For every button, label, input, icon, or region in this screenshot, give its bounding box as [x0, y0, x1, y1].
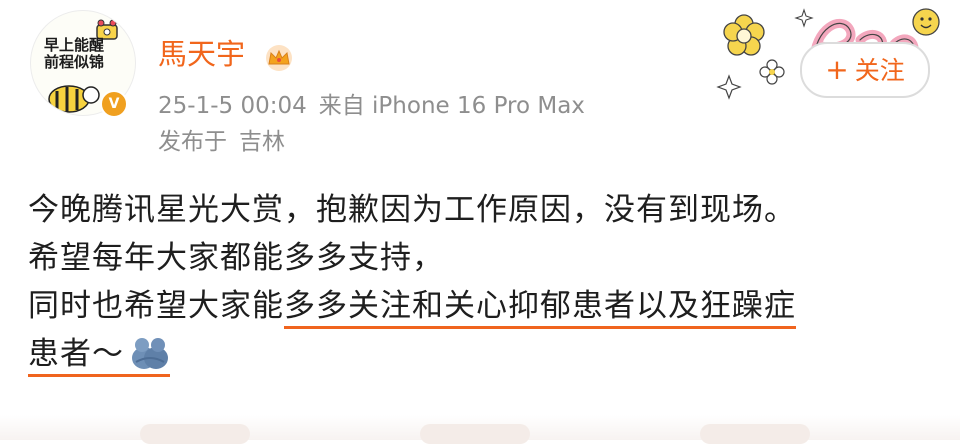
post-line-3: 同时也希望大家能多多关注和关心抑郁患者以及狂躁症: [28, 282, 948, 330]
post-source: 来自 iPhone 16 Pro Max: [318, 93, 585, 119]
follow-button[interactable]: + 关注: [800, 42, 930, 98]
faded-action-placeholder: [700, 424, 810, 444]
post-location: 发布于 吉林: [158, 128, 285, 156]
follow-label: 关注: [854, 56, 905, 85]
post-line-3-text: 同时也希望大家能: [28, 288, 284, 324]
underlined-text-end: 患者～: [28, 336, 170, 377]
post-content: 今晚腾讯星光大赏，抱歉因为工作原因，没有到现场。 希望每年大家都能多多支持， 同…: [28, 186, 948, 378]
underlined-text: 多多关注和关心抑郁患者以及狂躁症: [284, 288, 796, 329]
post-meta: 25-1-5 00:04 来自 iPhone 16 Pro Max: [158, 92, 585, 120]
post-line-4-text: 患者～: [28, 336, 124, 372]
post-line-4: 患者～: [28, 330, 948, 378]
crown-icon[interactable]: [262, 44, 296, 72]
avatar-caption: 早上能醒 前程似锦: [37, 37, 111, 71]
location-prefix: 发布于: [158, 129, 227, 155]
faded-action-placeholder: [140, 424, 250, 444]
plus-icon: +: [825, 53, 849, 86]
weibo-post-card: 早上能醒 前程似锦 V 馬天宇 25-1-5 00:04 来自 iPhone 16…: [0, 0, 960, 444]
faded-action-placeholder: [420, 424, 530, 444]
avatar-caption-line1: 早上能醒: [43, 36, 104, 54]
hug-emoji-icon: [132, 338, 168, 369]
avatar-caption-line2: 前程似锦: [43, 53, 104, 71]
location-name[interactable]: 吉林: [239, 129, 285, 155]
post-timestamp[interactable]: 25-1-5 00:04: [158, 93, 307, 119]
post-line-2: 希望每年大家都能多多支持，: [28, 240, 444, 276]
post-line-1: 今晚腾讯星光大赏，抱歉因为工作原因，没有到现场。: [28, 192, 796, 228]
v-badge-icon: V: [100, 90, 128, 118]
username[interactable]: 馬天宇: [158, 36, 245, 72]
